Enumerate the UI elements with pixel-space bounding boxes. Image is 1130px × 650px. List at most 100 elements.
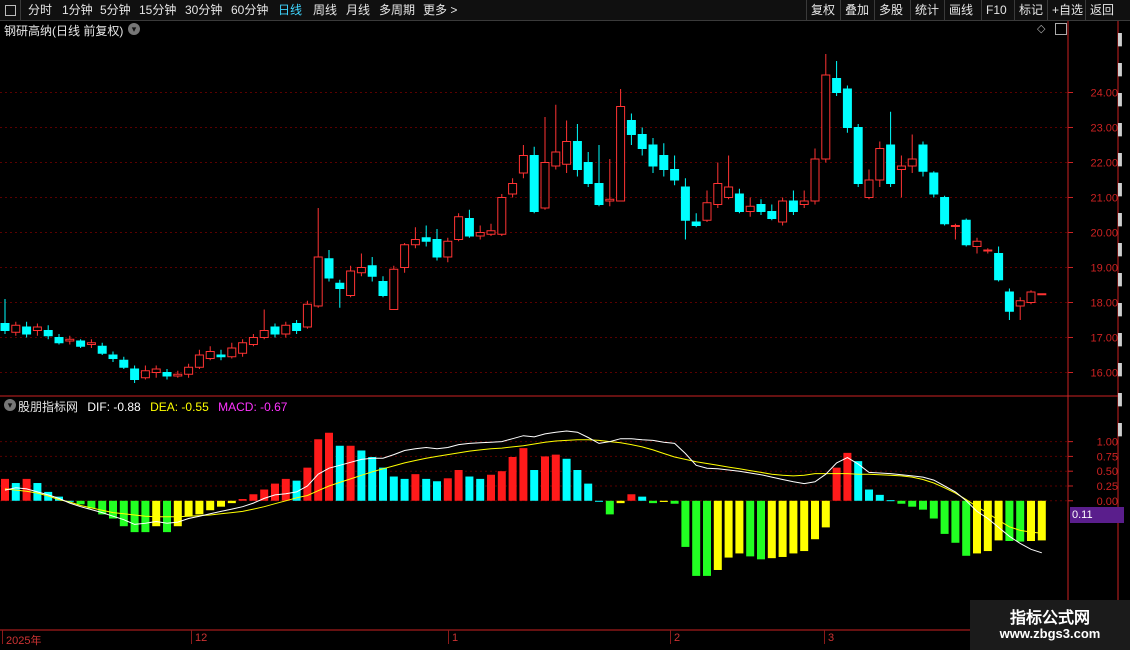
price-tick-label: 16.00 bbox=[1090, 368, 1118, 380]
candle-body bbox=[1026, 291, 1036, 303]
candle-body bbox=[583, 162, 593, 184]
macd-bar bbox=[692, 500, 701, 576]
macd-bar bbox=[411, 474, 420, 501]
macd-bar bbox=[335, 445, 344, 501]
candle-body bbox=[691, 221, 701, 226]
toolbar-left-2[interactable]: 5分钟 bbox=[100, 2, 131, 18]
macd-bar bbox=[76, 500, 85, 505]
indicator-tick-label: 0.00 bbox=[1097, 496, 1118, 508]
watermark-title: 指标公式网 bbox=[1009, 610, 1090, 627]
candle-body bbox=[259, 330, 269, 338]
macd-bar bbox=[800, 500, 809, 552]
candle-body bbox=[173, 373, 183, 377]
toolbar-right-1[interactable]: 叠加 bbox=[845, 2, 869, 18]
candle-body bbox=[842, 88, 852, 128]
toolbar-right-7[interactable]: +自选 bbox=[1052, 2, 1083, 18]
dea-value: DEA: -0.55 bbox=[150, 400, 209, 414]
macd-bar bbox=[271, 483, 279, 501]
side-panel-stub: ▌ bbox=[1118, 364, 1126, 376]
toolbar-right-2[interactable]: 多股 bbox=[879, 2, 903, 18]
candle-body bbox=[65, 338, 75, 342]
toolbar-left-4[interactable]: 30分钟 bbox=[185, 2, 222, 18]
macd-bar bbox=[767, 500, 776, 559]
candle-body bbox=[670, 169, 680, 181]
candle-body bbox=[162, 372, 172, 377]
side-panel-stub: ▌ bbox=[1118, 124, 1126, 136]
menu-grid-icon[interactable] bbox=[5, 5, 16, 16]
toolbar-left-1[interactable]: 1分钟 bbox=[62, 2, 93, 18]
candle-body bbox=[270, 326, 280, 335]
main-chart-title[interactable]: 钢研高纳(日线 前复权) bbox=[4, 22, 123, 39]
candle-body bbox=[432, 239, 442, 258]
candle-body bbox=[205, 351, 215, 359]
candle-body bbox=[11, 324, 21, 333]
side-panel-stub: ▌ bbox=[1118, 304, 1126, 316]
candle-body bbox=[724, 186, 734, 198]
toolbar-left-6[interactable]: 日线 bbox=[278, 2, 302, 18]
macd-bar bbox=[508, 457, 517, 501]
macd-bar bbox=[843, 452, 852, 501]
toolbar-left-5[interactable]: 60分钟 bbox=[231, 2, 268, 18]
candle-body bbox=[130, 368, 140, 380]
toolbar-left-7[interactable]: 周线 bbox=[313, 2, 337, 18]
candle-body bbox=[475, 232, 485, 237]
diamond-icon[interactable]: ◇ bbox=[1037, 22, 1045, 35]
candle-body bbox=[184, 366, 194, 375]
candle-body bbox=[529, 155, 539, 212]
macd-bar bbox=[595, 500, 603, 502]
macd-bar bbox=[379, 467, 387, 501]
toolbar-left-10[interactable]: 更多 > bbox=[423, 2, 457, 18]
indicator-name[interactable]: 股朋指标网 bbox=[18, 400, 78, 414]
toolbar-left-9[interactable]: 多周期 bbox=[379, 2, 415, 18]
date-axis-tick bbox=[191, 630, 192, 644]
toolbar-separator bbox=[981, 0, 982, 20]
toolbar-right-0[interactable]: 复权 bbox=[811, 2, 835, 18]
chevron-down-icon[interactable]: ▾ bbox=[128, 23, 140, 35]
candle-body bbox=[335, 282, 345, 289]
candle-body bbox=[508, 183, 518, 195]
macd-bar bbox=[551, 454, 560, 501]
macd-bar bbox=[735, 500, 744, 554]
toolbar-right-5[interactable]: F10 bbox=[986, 2, 1007, 18]
macd-bar bbox=[11, 483, 20, 501]
toolbar-right-6[interactable]: 标记 bbox=[1019, 2, 1043, 18]
toolbar-separator bbox=[1085, 0, 1086, 20]
macd-bar bbox=[703, 500, 711, 576]
candle-body bbox=[680, 186, 690, 221]
candle-body bbox=[832, 78, 842, 93]
macd-bar bbox=[627, 494, 636, 501]
macd-value: MACD: -0.67 bbox=[218, 400, 288, 414]
macd-bar bbox=[584, 483, 593, 501]
side-panel-stub: ▌ bbox=[1118, 334, 1126, 346]
macd-bar bbox=[1027, 500, 1035, 541]
toolbar-left-3[interactable]: 15分钟 bbox=[139, 2, 176, 18]
candle-body bbox=[302, 303, 312, 328]
panel-toggle-icon[interactable] bbox=[1055, 23, 1067, 35]
candle-body bbox=[410, 239, 420, 246]
toolbar-left-0[interactable]: 分时 bbox=[28, 2, 52, 18]
toolbar-right-3[interactable]: 统计 bbox=[915, 2, 939, 18]
candle-body bbox=[637, 134, 647, 149]
toolbar-right-8[interactable]: 返回 bbox=[1090, 2, 1114, 18]
macd-bar bbox=[659, 500, 668, 502]
candle-body bbox=[313, 256, 323, 307]
candle-body bbox=[626, 120, 636, 135]
side-panel-stub: ▌ bbox=[1118, 184, 1126, 196]
side-panel-stub: ▌ bbox=[1118, 64, 1126, 76]
macd-bar bbox=[1037, 500, 1046, 541]
indicator-tick-label: 0.25 bbox=[1097, 481, 1118, 493]
indicator-title-bar: 股朋指标网 DIF: -0.88 DEA: -0.55 MACD: -0.67 bbox=[4, 398, 287, 415]
candle-body bbox=[1037, 293, 1047, 296]
watermark-url: www.zbgs3.com bbox=[999, 626, 1101, 641]
candle-body bbox=[994, 253, 1004, 281]
macd-bar bbox=[249, 494, 258, 501]
toolbar-separator bbox=[910, 0, 911, 20]
toolbar-left-8[interactable]: 月线 bbox=[346, 2, 370, 18]
candle-body bbox=[454, 216, 464, 240]
candle-body bbox=[918, 144, 928, 172]
candle-body bbox=[886, 144, 896, 184]
toolbar-right-4[interactable]: 画线 bbox=[949, 2, 973, 18]
macd-bar bbox=[184, 500, 193, 517]
candle-body bbox=[767, 211, 777, 219]
price-tick-label: 20.00 bbox=[1090, 228, 1118, 240]
